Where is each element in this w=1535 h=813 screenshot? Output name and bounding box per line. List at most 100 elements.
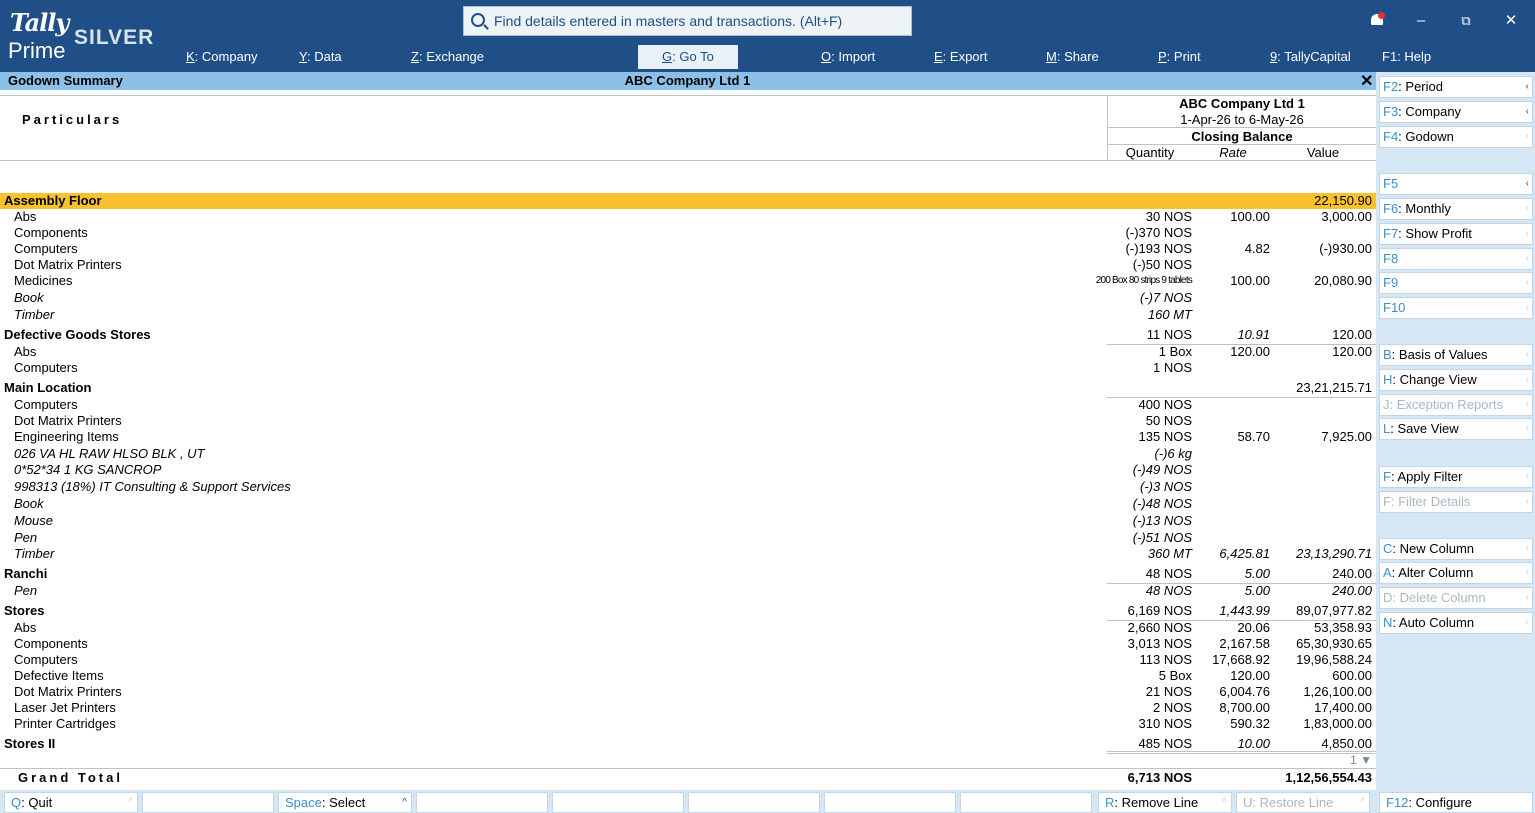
row-name: Components <box>14 225 88 240</box>
empty-slot-1 <box>142 792 274 813</box>
row-quantity: 5 Box <box>1158 668 1192 683</box>
panel-button-filter-details[interactable]: F: Filter Details ‹ <box>1379 491 1533 513</box>
panel-button-alter-column[interactable]: A: Alter Column ‹ <box>1379 562 1533 584</box>
row-value: 53,358.93 <box>1314 620 1372 635</box>
empty-slot-2 <box>416 792 548 813</box>
row-quantity: 48 NOS <box>1145 566 1192 581</box>
stock-item-row[interactable]: Laser Jet Printers 2 NOS 8,700.00 17,400.00 <box>0 700 1376 716</box>
panel-button-auto-column[interactable]: N: Auto Column ‹ <box>1379 612 1533 634</box>
row-name: Abs <box>14 620 37 635</box>
stock-item-row[interactable]: Dot Matrix Printers 21 NOS 6,004.76 1,26,10… <box>0 684 1376 700</box>
chevron-left-icon: ‹ <box>1525 496 1529 507</box>
panel-button-monthly[interactable]: F6: Monthly ‹ <box>1379 198 1533 220</box>
row-quantity: (-)193 NOS <box>1125 241 1192 256</box>
row-rate: 120.00 <box>1230 344 1270 359</box>
menu-share[interactable]: M: Share <box>1046 45 1099 69</box>
stock-item-row[interactable]: Engineering Items 135 NOS 58.70 7,925.00 <box>0 429 1376 445</box>
stock-item-row[interactable]: Computers 113 NOS 17,668.92 19,96,588.24 <box>0 652 1376 668</box>
menu-go-to[interactable]: G: Go To <box>638 45 738 69</box>
row-name: Dot Matrix Printers <box>14 684 122 699</box>
row-name: 026 VA HL RAW HLSO BLK , UT <box>14 446 205 461</box>
menu-exchange[interactable]: Z: Exchange <box>411 45 484 69</box>
stock-item-row[interactable]: Book (-)7 NOS <box>0 290 1376 306</box>
stock-item-row[interactable]: Book (-)48 NOS <box>0 496 1376 512</box>
close-report-icon[interactable]: ✕ <box>1360 71 1373 91</box>
stock-item-row[interactable]: 026 VA HL RAW HLSO BLK , UT (-)6 kg <box>0 446 1376 462</box>
stock-item-row[interactable]: Components 3,013 NOS 2,167.58 65,30,930.65 <box>0 636 1376 652</box>
stock-item-row[interactable]: Defective Items 5 Box 120.00 600.00 <box>0 668 1376 684</box>
panel-button-f8[interactable]: F8 ‹ <box>1379 248 1533 270</box>
stock-item-row[interactable]: Mouse (-)13 NOS <box>0 513 1376 529</box>
panel-button-show-profit[interactable]: F7: Show Profit ‹ <box>1379 223 1533 245</box>
chevron-left-icon: ‹ <box>1525 399 1529 410</box>
stock-item-row[interactable]: Computers 1 NOS <box>0 360 1376 376</box>
menu-import[interactable]: O: Import <box>821 45 875 69</box>
bottom-button-bar: Q: Quit ^ Space: Select ^ R: Remove Line ^ … <box>0 790 1535 813</box>
empty-slot-3 <box>552 792 684 813</box>
search-box[interactable]: Find details entered in masters and tran… <box>463 6 912 36</box>
godown-row[interactable]: Main Location 23,21,215.71 <box>0 380 1376 396</box>
restore-line-button[interactable]: U: Restore Line ^ <box>1236 792 1370 813</box>
panel-button-company[interactable]: F3: Company ‹ <box>1379 101 1533 123</box>
stock-item-row[interactable]: Pen 48 NOS 5.00 240.00 <box>0 583 1376 599</box>
godown-row[interactable]: Stores II 485 NOS 10.00 4,850.00 <box>0 736 1376 752</box>
panel-button-save-view[interactable]: L: Save View ‹ <box>1379 418 1533 440</box>
menu-export[interactable]: E: Export <box>934 45 987 69</box>
row-name: Pen <box>14 583 38 598</box>
stock-item-row[interactable]: Medicines 200 Box 80 strips 9 tablets 100.… <box>0 273 1376 289</box>
godown-row[interactable]: Ranchi 48 NOS 5.00 240.00 <box>0 566 1376 582</box>
stock-item-row[interactable]: Components (-)370 NOS <box>0 225 1376 241</box>
godown-row[interactable]: Assembly Floor 22,150.90 <box>0 193 1376 209</box>
row-rate: 4.82 <box>1244 241 1270 256</box>
stock-item-row[interactable]: 998313 (18%) IT Consulting & Support Ser… <box>0 479 1376 495</box>
column-value: Value <box>1306 145 1340 160</box>
stock-item-row[interactable]: Dot Matrix Printers (-)50 NOS <box>0 257 1376 273</box>
stock-item-row[interactable]: Pen (-)51 NOS <box>0 530 1376 546</box>
header-company: ABC Company Ltd 1 <box>1179 96 1305 111</box>
grand-total-quantity: 6,713 NOS <box>1127 770 1192 785</box>
panel-button-f5[interactable]: F5 ‹ <box>1379 173 1533 195</box>
panel-button-change-view[interactable]: H: Change View ‹ <box>1379 369 1533 391</box>
row-name: 0*52*34 1 KG SANCROP <box>14 462 162 477</box>
stock-item-row[interactable]: Abs 30 NOS 100.00 3,000.00 <box>0 209 1376 225</box>
stock-item-row[interactable]: Timber 360 MT 6,425.81 23,13,290.71 <box>0 546 1376 562</box>
menu-help[interactable]: F1: Help <box>1382 45 1431 69</box>
stock-item-row[interactable]: Computers (-)193 NOS 4.82 (-)930.00 <box>0 241 1376 257</box>
stock-item-row[interactable]: Dot Matrix Printers 50 NOS <box>0 413 1376 429</box>
remove-line-button[interactable]: R: Remove Line ^ <box>1098 792 1232 813</box>
row-name: Ranchi <box>4 566 48 581</box>
chevron-left-icon: ‹ <box>1525 423 1529 434</box>
report-title-bar: Godown Summary ABC Company Ltd 1 ✕ <box>0 72 1376 90</box>
menu-company[interactable]: K: Company <box>186 45 258 69</box>
panel-button-apply-filter[interactable]: F: Apply Filter ‹ <box>1379 466 1533 488</box>
panel-button-exception-reports[interactable]: J: Exception Reports ‹ <box>1379 394 1533 416</box>
panel-button-period[interactable]: F2: Period ‹ <box>1379 76 1533 98</box>
configure-button[interactable]: F12: Configure <box>1379 792 1533 813</box>
stock-item-row[interactable]: Printer Cartridges 310 NOS 590.32 1,83,000.… <box>0 716 1376 732</box>
stock-item-row[interactable]: Abs 2,660 NOS 20.06 53,358.93 <box>0 620 1376 636</box>
panel-button-f9[interactable]: F9 ‹ <box>1379 272 1533 294</box>
panel-button-delete-column[interactable]: D: Delete Column ‹ <box>1379 587 1533 609</box>
notification-bell-icon[interactable] <box>1370 12 1385 28</box>
godown-row[interactable]: Stores 6,169 NOS 1,443.99 89,07,977.82 <box>0 603 1376 619</box>
panel-button-new-column[interactable]: C: New Column ‹ <box>1379 538 1533 560</box>
restore-icon[interactable]: ⧉ <box>1453 10 1479 32</box>
panel-button-basis-of-values[interactable]: B: Basis of Values ‹ <box>1379 344 1533 366</box>
stock-item-row[interactable]: Computers 400 NOS <box>0 397 1376 413</box>
minimize-icon[interactable]: – <box>1408 10 1434 32</box>
panel-button-f10[interactable]: F10 ‹ <box>1379 297 1533 319</box>
menu-tallycapital[interactable]: 9: TallyCapital <box>1270 45 1351 69</box>
stock-item-row[interactable]: 0*52*34 1 KG SANCROP (-)49 NOS <box>0 462 1376 478</box>
row-value: 1,83,000.00 <box>1303 716 1372 731</box>
menu-data[interactable]: Y: Data <box>299 45 342 69</box>
godown-row[interactable]: Defective Goods Stores 11 NOS 10.91 120.00 <box>0 327 1376 343</box>
quit-button[interactable]: Q: Quit ^ <box>4 792 138 813</box>
stock-item-row[interactable]: Timber 160 MT <box>0 307 1376 323</box>
chevron-left-icon: ‹ <box>1525 228 1529 239</box>
close-window-icon[interactable]: ✕ <box>1498 10 1524 32</box>
panel-button-godown[interactable]: F4: Godown ‹ <box>1379 126 1533 148</box>
menu-print[interactable]: P: Print <box>1158 45 1201 69</box>
top-bar: Tally Prime SILVER Find details entered … <box>0 0 1535 72</box>
stock-item-row[interactable]: Abs 1 Box 120.00 120.00 <box>0 344 1376 360</box>
select-button[interactable]: Space: Select ^ <box>278 792 412 813</box>
